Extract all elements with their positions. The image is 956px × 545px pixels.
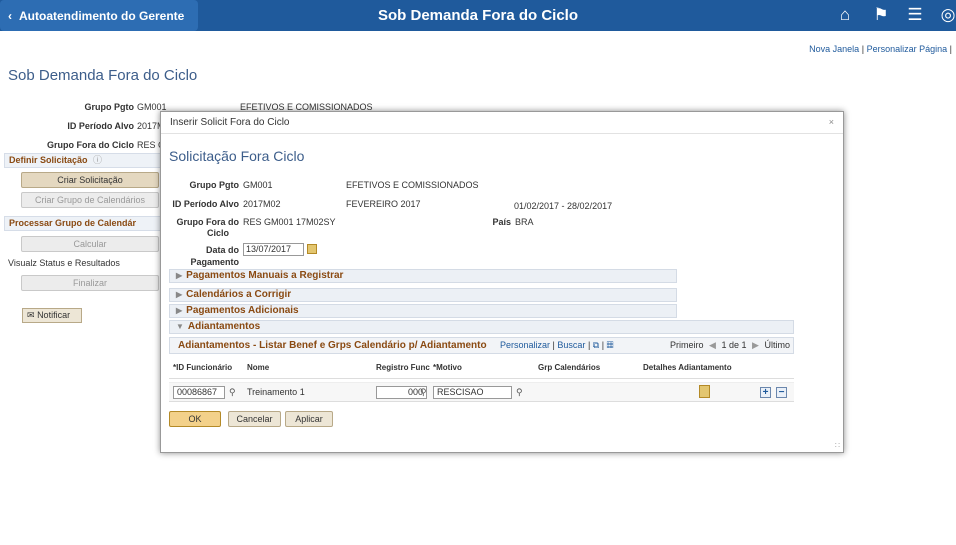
modal-pais-label: País	[492, 217, 511, 227]
modal-grupo-pgto-value: GM001	[243, 180, 273, 190]
grupo-pgto-label: Grupo Pgto	[84, 102, 135, 112]
pagination-text: 1 de 1	[721, 340, 747, 350]
finalizar-button[interactable]: Finalizar	[21, 275, 159, 291]
home-icon[interactable]: ⌂	[835, 5, 855, 25]
section-adiantamentos-label: Adiantamentos	[187, 321, 261, 332]
grid-tools: Personalizar | Buscar | ⧉ | ▦	[500, 338, 613, 353]
criar-solicitacao-button[interactable]: Criar Solicitação	[21, 172, 159, 188]
col-nome: Nome	[247, 363, 270, 372]
grid-pagination: Primeiro ◀ 1 de 1 ▶ Último	[670, 338, 790, 353]
nome-value: Treinamento 1	[247, 387, 305, 397]
col-motivo: *Motivo	[433, 363, 462, 372]
section-adiantamentos[interactable]: ▼ Adiantamentos	[169, 320, 794, 334]
caret-right-icon: ▶	[176, 306, 183, 315]
definir-solicitacao-heading: Definir Solicitação ⓘ	[4, 153, 162, 168]
modal-data-pagamento-label-line2: Pagamento	[190, 257, 239, 267]
col-grp-calendarios: Grp Calendários	[538, 363, 601, 372]
personalize-page-link[interactable]: Personalizar Página	[867, 44, 948, 54]
caret-down-icon: ▼	[176, 322, 184, 331]
table-row: 00086867 ⚲ Treinamento 1 000 ⚲ RESCISAO …	[169, 382, 794, 402]
grid-tool-separator-3: |	[601, 340, 605, 350]
col-detalhes-adiantamento: Detalhes Adiantamento	[643, 363, 732, 372]
section-manuais-label: Pagamentos Manuais a Registrar	[186, 270, 344, 281]
definir-solicitacao-label: Definir Solicitação	[9, 155, 88, 165]
modal-header: Inserir Solicit Fora do Ciclo	[161, 112, 843, 134]
close-icon[interactable]: ×	[829, 117, 834, 127]
search-icon[interactable]: ⚲	[516, 387, 523, 398]
next-icon[interactable]: ▶	[752, 340, 759, 350]
grid-header: *ID Funcionário Nome Registro Func *Moti…	[169, 355, 794, 379]
modal-id-periodo-value: 2017M02	[243, 199, 281, 209]
data-pagamento-input[interactable]: 13/07/2017	[243, 243, 304, 256]
navbar-icon[interactable]: ◎	[940, 5, 956, 25]
modal-periodo-range: 01/02/2017 - 28/02/2017	[514, 201, 613, 211]
modal-pais-value: BRA	[515, 217, 534, 227]
col-id-funcionario: *ID Funcionário	[173, 363, 233, 372]
menu-icon[interactable]: ☰	[905, 5, 925, 25]
last-link[interactable]: Último	[764, 340, 790, 350]
new-window-link[interactable]: Nova Janela	[809, 44, 859, 54]
modal-grupo-fora-value: RES GM001 17M02SY	[243, 217, 336, 227]
id-periodo-label: ID Período Alvo	[67, 121, 134, 131]
detalhes-adiantamento-icon[interactable]	[699, 385, 710, 398]
delete-row-icon[interactable]: −	[776, 387, 787, 398]
section-calendarios-label: Calendários a Corrigir	[186, 289, 292, 300]
grid-toolbar: Adiantamentos - Listar Benef e Grps Cale…	[169, 337, 794, 354]
grupo-fora-label: Grupo Fora do Ciclo	[47, 140, 134, 150]
help-icon[interactable]: ⓘ	[93, 155, 102, 165]
add-row-icon[interactable]: +	[760, 387, 771, 398]
modal-grupo-fora-label-line2: Ciclo	[206, 228, 229, 238]
grid-tool-separator: |	[552, 340, 555, 350]
back-button-label: Autoatendimento do Gerente	[19, 8, 185, 23]
section-calendarios-corrigir[interactable]: ▶ Calendários a Corrigir	[169, 288, 677, 302]
resize-handle-icon[interactable]: ∷	[835, 441, 840, 450]
caret-right-icon: ▶	[176, 271, 183, 280]
processar-grupo-heading: Processar Grupo de Calendár	[4, 216, 162, 231]
flag-icon[interactable]: ⚑	[871, 5, 891, 25]
page-links: Nova Janela | Personalizar Página |	[809, 44, 952, 54]
previous-icon[interactable]: ◀	[709, 340, 716, 350]
first-link[interactable]: Primeiro	[670, 340, 704, 350]
link-separator: |	[861, 44, 865, 54]
visualz-status-link[interactable]: Visualz Status e Resultados	[8, 258, 120, 268]
modal-title: Solicitação Fora Ciclo	[169, 148, 305, 164]
modal-data-pagamento-label: Data do	[205, 245, 239, 255]
cancel-button[interactable]: Cancelar	[228, 411, 281, 427]
mail-icon: ✉	[27, 310, 35, 320]
search-icon[interactable]: ⚲	[420, 387, 427, 398]
modal-grupo-fora-label-line1: Grupo Fora do	[176, 217, 240, 227]
notificar-label: Notificar	[37, 310, 71, 320]
modal-dialog: Inserir Solicit Fora do Ciclo × Solicita…	[160, 111, 844, 453]
section-adicionais-label: Pagamentos Adicionais	[186, 305, 299, 316]
page-title: Sob Demanda Fora do Ciclo	[8, 67, 198, 84]
buscar-link[interactable]: Buscar	[557, 340, 585, 350]
caret-right-icon: ▶	[176, 290, 183, 299]
personalizar-link[interactable]: Personalizar	[500, 340, 550, 350]
criar-grupo-calendarios-button[interactable]: Criar Grupo de Calendários	[21, 192, 159, 208]
section-pagamentos-adicionais[interactable]: ▶ Pagamentos Adicionais	[169, 304, 677, 318]
modal-grupo-pgto-label: Grupo Pgto	[189, 180, 240, 190]
download-grid-icon[interactable]: ▦	[607, 340, 614, 350]
notificar-button[interactable]: ✉ Notificar	[22, 308, 82, 323]
view-all-icon[interactable]: ⧉	[593, 340, 599, 350]
ok-button[interactable]: OK	[169, 411, 221, 427]
apply-button[interactable]: Aplicar	[285, 411, 333, 427]
grid-title: Adiantamentos - Listar Benef e Grps Cale…	[178, 340, 487, 351]
chevron-left-icon: ‹	[8, 8, 12, 23]
id-funcionario-input[interactable]: 00086867	[173, 386, 225, 399]
back-button[interactable]: ‹ Autoatendimento do Gerente	[0, 0, 199, 31]
link-separator-2: |	[949, 44, 952, 54]
top-banner: ‹ Autoatendimento do Gerente Sob Demanda…	[0, 0, 956, 31]
motivo-input[interactable]: RESCISAO	[433, 386, 512, 399]
grid-tool-separator-2: |	[587, 340, 591, 350]
section-pagamentos-manuais[interactable]: ▶ Pagamentos Manuais a Registrar	[169, 269, 677, 283]
modal-grupo-fora-label: Grupo Fora do Ciclo	[171, 217, 240, 239]
search-icon[interactable]: ⚲	[229, 387, 236, 398]
col-registro-func: Registro Func	[376, 363, 430, 372]
modal-id-periodo-desc: FEVEREIRO 2017	[346, 199, 421, 209]
calcular-button[interactable]: Calcular	[21, 236, 159, 252]
calendar-icon[interactable]	[307, 244, 317, 254]
modal-grupo-pgto-desc: EFETIVOS E COMISSIONADOS	[346, 180, 479, 190]
modal-id-periodo-label: ID Período Alvo	[172, 199, 239, 209]
